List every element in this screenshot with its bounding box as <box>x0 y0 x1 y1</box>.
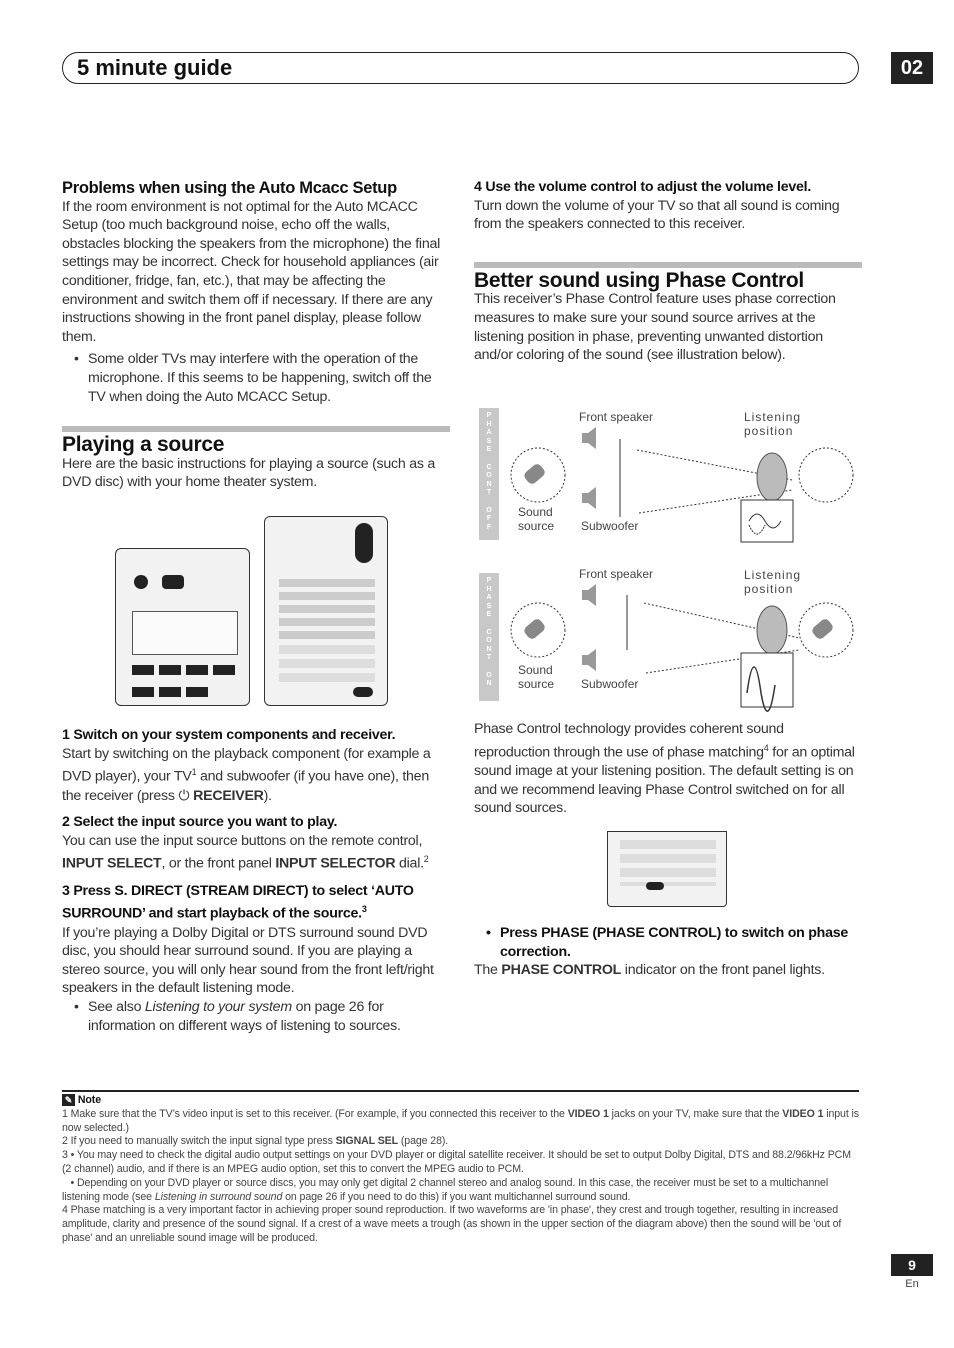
listening-position-label: Listening position <box>744 568 802 596</box>
press-phase-text: The PHASE CONTROL indicator on the front… <box>474 961 862 980</box>
n2-a: 2 If you need to manually switch the inp… <box>62 1135 336 1148</box>
n2-b: SIGNAL SEL <box>335 1135 399 1148</box>
step2-title: 2 Select the input source you want to pl… <box>62 814 338 831</box>
phase-control-label: PHASE CONTROL <box>501 962 622 979</box>
section-divider <box>62 426 450 433</box>
remote-phase-illustration <box>607 831 727 907</box>
step3-bullet: See also Listening to your system on pag… <box>62 998 450 1035</box>
phase-heading: Better sound using Phase Control <box>474 268 804 292</box>
footnote-3b: • Depending on your DVD player or source… <box>62 1177 859 1205</box>
section-divider <box>474 261 862 268</box>
sound-source-label: Sound source <box>518 505 555 533</box>
receiver-illustration <box>115 548 250 706</box>
footnote-2: 2 If you need to manually switch the inp… <box>62 1135 859 1149</box>
subwoofer-label: Subwoofer <box>581 519 639 533</box>
playing-heading: Playing a source <box>62 433 225 457</box>
note-label: Note <box>77 1094 101 1106</box>
language-label: En <box>905 1278 919 1290</box>
page-title: 5 minute guide <box>62 52 859 84</box>
phase-tech-a: Phase Control technology provides cohere… <box>474 721 784 761</box>
press-phase: Press PHASE (PHASE CONTROL) to switch on… <box>474 916 862 980</box>
n1-d: VIDEO 1 <box>782 1107 824 1120</box>
problems-bullet: Some older TVs may interfere with the op… <box>62 350 450 406</box>
subwoofer-label: Subwoofer <box>581 677 639 691</box>
step1-text: Start by switching on the playback compo… <box>62 745 450 806</box>
phase-tech-paragraph: Phase Control technology provides cohere… <box>474 720 862 818</box>
footnote-3: 3 • You may need to check the digital au… <box>62 1149 851 1175</box>
power-icon: ⏻ <box>178 787 190 804</box>
right-column: 4 Use the volume control to adjust the v… <box>474 170 862 365</box>
n1-b: VIDEO 1 <box>567 1107 609 1120</box>
step2-d: dial. <box>395 856 424 873</box>
step4-text: Turn down the volume of your TV so that … <box>474 197 840 233</box>
press-text-a: The <box>474 962 502 979</box>
step3-title: 3 Press S. DIRECT (STREAM DIRECT) to sel… <box>62 882 450 924</box>
remote-control-illustration <box>264 516 388 706</box>
playing-intro: Here are the basic instructions for play… <box>62 455 436 491</box>
n1-c: jacks on your TV, make sure that the <box>608 1107 783 1120</box>
chapter-number: 02 <box>891 52 933 84</box>
n3-b2: Listening in surround sound <box>154 1190 283 1203</box>
press-b: PHASE CONTROL <box>596 925 717 941</box>
phase-intro: This receiver’s Phase Control feature us… <box>474 291 836 364</box>
step3-bullet-a: See also <box>88 998 145 1015</box>
step3-title-text: 3 Press S. DIRECT (STREAM DIRECT) to sel… <box>62 882 414 922</box>
left-column: Problems when using the Auto Mcacc Setup… <box>62 179 450 492</box>
step4-title: 4 Use the volume control to adjust the v… <box>474 179 812 195</box>
step2-input-selector: INPUT SELECTOR <box>275 856 396 873</box>
front-speaker-label: Front speaker <box>579 567 654 581</box>
sound-source-label: Sound source <box>518 663 555 691</box>
listening-position-label: Listening position <box>744 410 802 438</box>
n3-b3: on page 26 if you need to do this) if yo… <box>282 1190 631 1203</box>
step2-c: , or the front panel <box>161 856 276 873</box>
step1-title: 1 Switch on your system components and r… <box>62 727 396 743</box>
step2-a: You can use the input source buttons on … <box>62 832 423 849</box>
steps-left: 1 Switch on your system components and r… <box>62 718 450 1035</box>
problems-heading: Problems when using the Auto Mcacc Setup <box>62 179 397 197</box>
press-phase-title: Press PHASE (PHASE CONTROL) to switch on… <box>474 924 862 961</box>
step1-text-c: ). <box>263 787 272 804</box>
step2-text: You can use the input source buttons on … <box>62 832 450 874</box>
problems-text: If the room environment is not optimal f… <box>62 198 441 345</box>
guitar-circle <box>798 447 854 503</box>
phase-tech-text: Phase Control technology provides cohere… <box>474 720 862 818</box>
n2-c: (page 28). <box>398 1135 449 1148</box>
step3-text: If you’re playing a Dolby Digital or DTS… <box>62 924 434 997</box>
footnote-4: 4 Phase matching is a very important fac… <box>62 1204 842 1244</box>
footnote-ref-3: 3 <box>361 904 367 915</box>
page-number: 9 <box>891 1254 933 1276</box>
step2-input-select: INPUT SELECT <box>62 856 162 873</box>
press-a: Press PHASE ( <box>500 925 597 941</box>
press-text-c: indicator on the front panel lights. <box>621 962 825 979</box>
step3-bullet-ref: Listening to your system <box>144 998 292 1015</box>
power-icon <box>134 575 148 589</box>
n1-a: 1 Make sure that the TV’s video input is… <box>62 1107 568 1120</box>
receiver-label: RECEIVER <box>193 787 264 804</box>
footnote-ref-2: 2 <box>423 854 429 865</box>
front-speaker-label: Front speaker <box>579 410 654 424</box>
footnotes: ✎ Note 1 Make sure that the TV’s video i… <box>62 1090 859 1246</box>
pencil-icon: ✎ <box>62 1094 75 1107</box>
phase-control-diagram: PHASE CONT OFF PHASE CONT ON Front speak… <box>474 405 864 715</box>
footnote-1: 1 Make sure that the TV’s video input is… <box>62 1108 859 1136</box>
